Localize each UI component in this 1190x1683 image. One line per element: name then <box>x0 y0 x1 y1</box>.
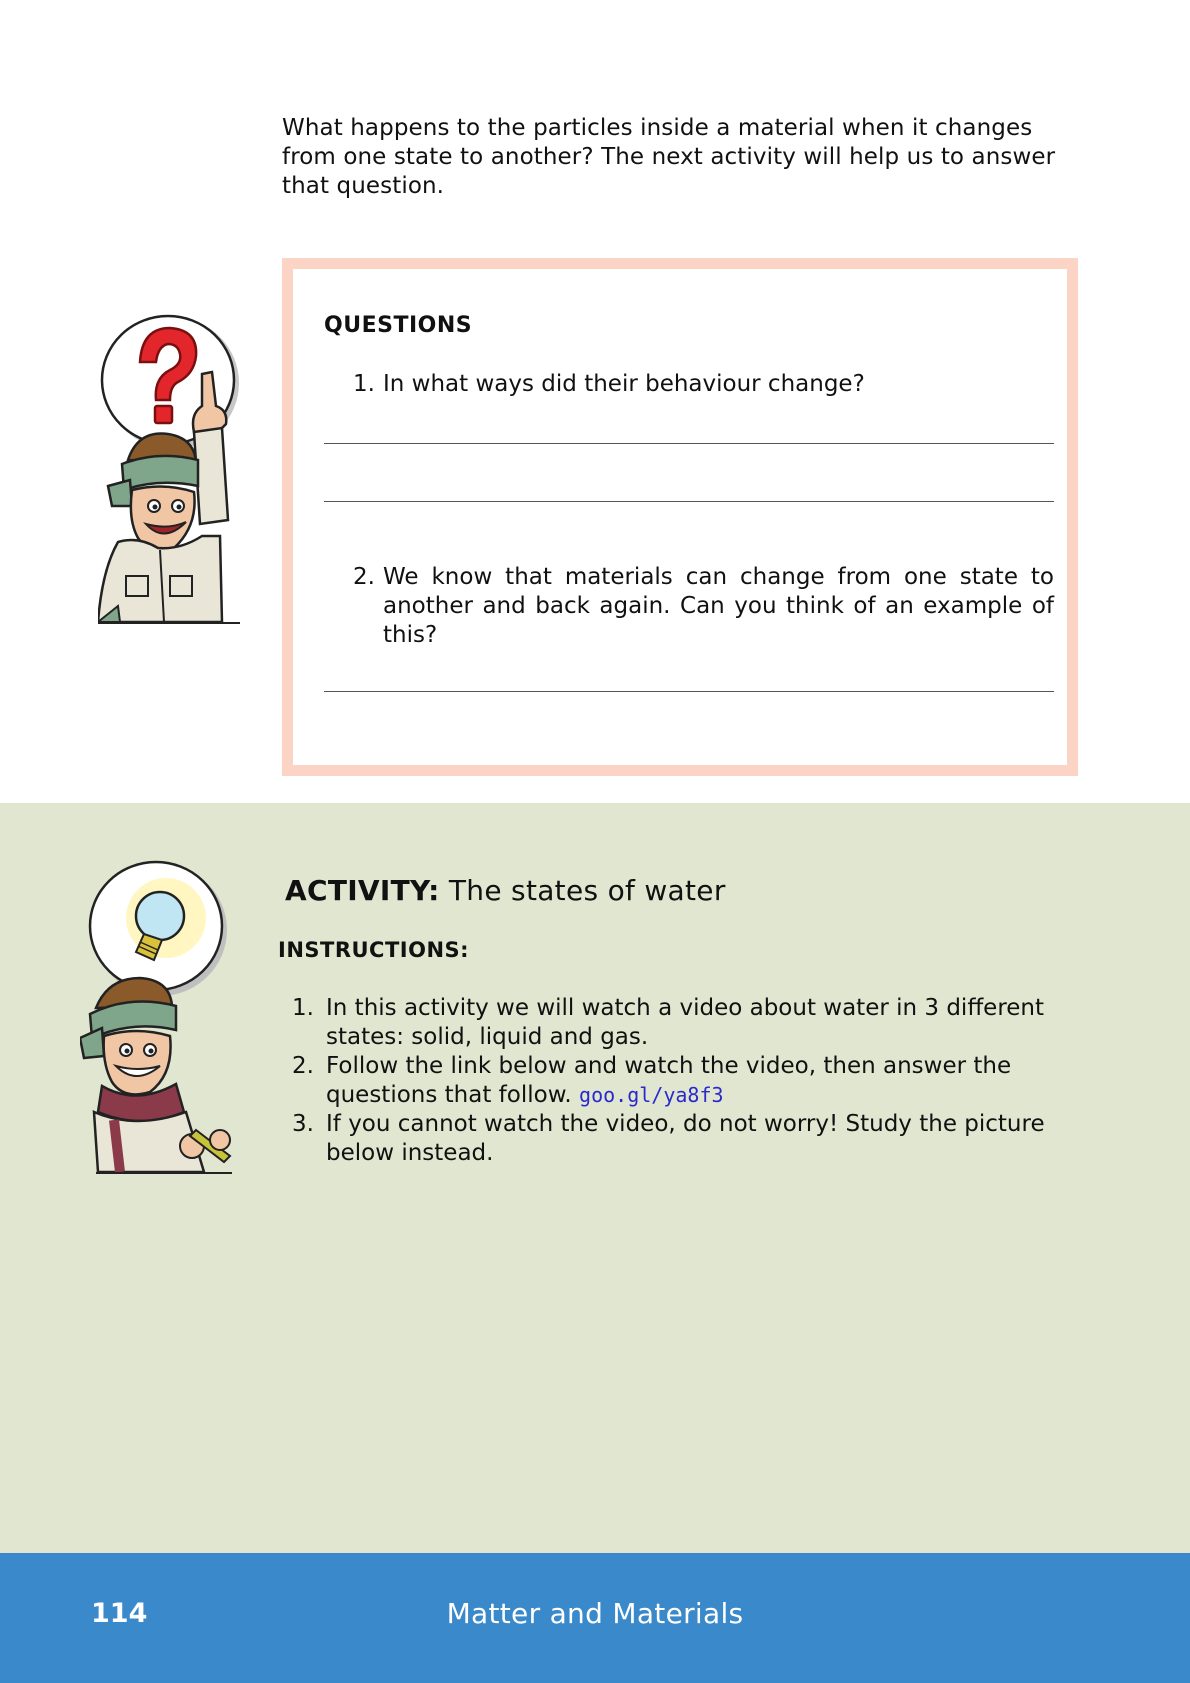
lightbulb-character-icon <box>80 860 232 1174</box>
answer-line[interactable] <box>324 691 1054 692</box>
activity-label: ACTIVITY: <box>285 874 440 907</box>
questions-box: QUESTIONS 1. In what ways did their beha… <box>282 258 1078 776</box>
questions-title: QUESTIONS <box>324 313 473 338</box>
question-number: 2. <box>353 564 375 590</box>
answer-line[interactable] <box>324 501 1054 502</box>
instruction-number: 2. <box>292 1053 314 1079</box>
instruction-item: 1. In this activity we will watch a vide… <box>278 994 1078 1052</box>
question-text: We know that materials can change from o… <box>383 564 1054 648</box>
intro-paragraph: What happens to the particles inside a m… <box>282 115 1056 199</box>
question-item: 2. We know that materials can change fro… <box>324 563 1054 650</box>
instruction-text-with-link: Follow the link below and watch the vide… <box>326 1052 1078 1110</box>
instructions-list: 1. In this activity we will watch a vide… <box>278 994 1078 1168</box>
question-mark-character-icon <box>98 314 240 624</box>
instruction-item: 2. Follow the link below and watch the v… <box>278 1052 1078 1110</box>
question-item: 1. In what ways did their behaviour chan… <box>324 370 1054 399</box>
instruction-text: In this activity we will watch a video a… <box>326 995 1045 1050</box>
activity-title-text: The states of water <box>448 874 726 907</box>
activity-title: ACTIVITY: The states of water <box>285 874 726 907</box>
instructions-title: INSTRUCTIONS: <box>278 938 470 962</box>
page-footer: 114 Matter and Materials <box>0 1553 1190 1683</box>
instruction-number: 3. <box>292 1111 314 1137</box>
question-text: In what ways did their behaviour change? <box>383 371 865 397</box>
instruction-item: 3. If you cannot watch the video, do not… <box>278 1110 1078 1168</box>
video-link[interactable]: goo.gl/ya8f3 <box>579 1083 724 1107</box>
question-number: 1. <box>353 371 375 397</box>
instruction-number: 1. <box>292 995 314 1021</box>
instruction-text: If you cannot watch the video, do not wo… <box>326 1111 1045 1166</box>
activity-section: ACTIVITY: The states of water INSTRUCTIO… <box>0 803 1190 1553</box>
answer-line[interactable] <box>324 443 1054 444</box>
footer-title: Matter and Materials <box>446 1597 744 1630</box>
